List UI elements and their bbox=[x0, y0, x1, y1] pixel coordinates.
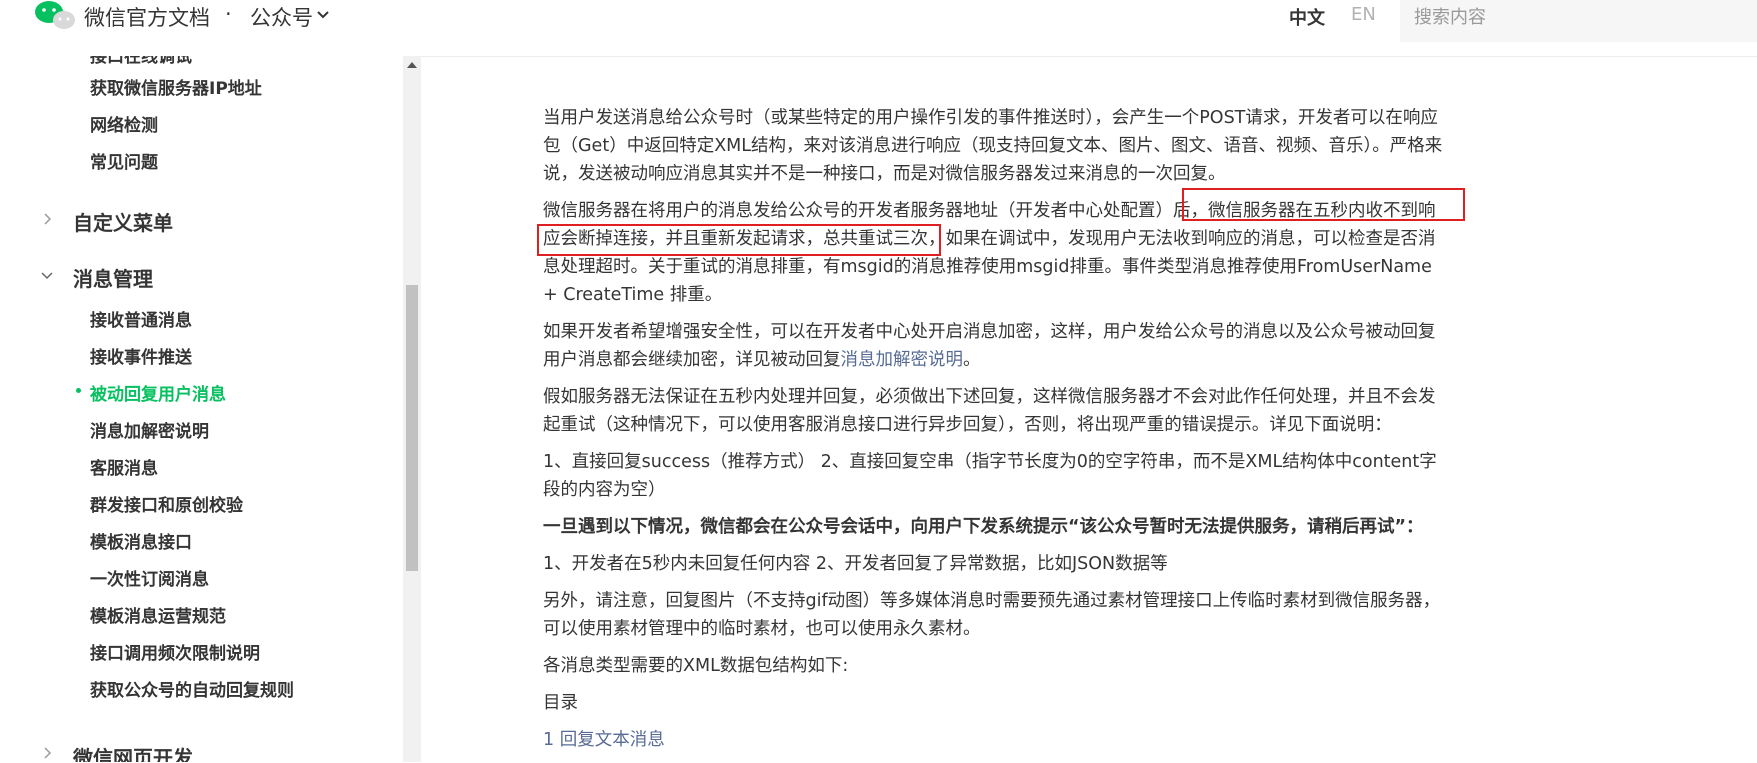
text: 。 bbox=[963, 350, 981, 370]
paragraph: 各消息类型需要的XML数据包结构如下: bbox=[543, 656, 849, 676]
chevron-down-icon[interactable] bbox=[40, 268, 54, 282]
wechat-logo-icon[interactable] bbox=[34, 0, 76, 32]
paragraph-bold: 一旦遇到以下情况，微信都会在公众号会话中，向用户下发系统提示“该公众号暂时无法提… bbox=[543, 517, 1424, 537]
sidebar-group-message[interactable]: 消息管理 bbox=[73, 263, 153, 292]
scroll-thumb[interactable] bbox=[406, 285, 418, 571]
sidebar-group-custom-menu[interactable]: 自定义菜单 bbox=[73, 207, 173, 236]
sidebar-item-template[interactable]: 模板消息接口 bbox=[90, 528, 192, 553]
sidebar-scrollbar[interactable] bbox=[403, 56, 421, 762]
toc-label: 目录 bbox=[543, 693, 578, 713]
chevron-right-icon[interactable] bbox=[40, 212, 54, 226]
paragraph: 1、开发者在5秒内未回复任何内容 2、开发者回复了异常数据，比如JSON数据等 bbox=[543, 554, 1168, 574]
sidebar-item-customer-service[interactable]: 客服消息 bbox=[90, 454, 158, 479]
toc-link[interactable]: 1 回复文本消息 bbox=[543, 730, 665, 750]
paragraph: 另外，请注意，回复图片（不支持gif动图）等多媒体消息时需要预先通过素材管理接口… bbox=[543, 591, 1441, 639]
active-bullet bbox=[76, 388, 81, 393]
encryption-doc-link[interactable]: 消息加解密说明 bbox=[841, 350, 964, 370]
scroll-up-arrow-icon[interactable] bbox=[407, 62, 417, 68]
sidebar-item-mass-send[interactable]: 群发接口和原创校验 bbox=[90, 491, 243, 516]
paragraph: 假如服务器无法保证在五秒内处理并回复，必须做出下述回复，这样微信服务器才不会对此… bbox=[543, 387, 1436, 435]
text: 如果开发者希望增强安全性，可以在开发者中心处开启消息加密，这样，用户发给公众号的… bbox=[543, 322, 1436, 370]
highlight-box bbox=[1182, 188, 1465, 221]
sidebar-item-template-rules[interactable]: 模板消息运营规范 bbox=[90, 602, 226, 627]
sidebar-item-passive-reply[interactable]: 被动回复用户消息 bbox=[76, 380, 226, 405]
sidebar-item-get-ip[interactable]: 获取微信服务器IP地址 bbox=[90, 74, 262, 99]
top-header: 微信官方文档 · 公众号 中文 EN bbox=[0, 0, 1757, 57]
sidebar-item-encryption[interactable]: 消息加解密说明 bbox=[90, 417, 209, 442]
paragraph: 1、直接回复success（推荐方式） 2、直接回复空串（指字节长度为0的空字符… bbox=[543, 452, 1437, 500]
sidebar-item-online-debug[interactable]: 接口在线调试 bbox=[90, 56, 192, 67]
sidebar-item-network-check[interactable]: 网络检测 bbox=[90, 111, 158, 136]
lang-en-link[interactable]: EN bbox=[1351, 4, 1376, 25]
paragraph: 当用户发送消息给公众号时（或某些特定的用户操作引发的事件推送时），会产生一个PO… bbox=[543, 108, 1443, 184]
chevron-down-icon[interactable] bbox=[316, 8, 330, 22]
toc-item: 1 回复文本消息 bbox=[543, 726, 1443, 754]
sidebar-item-subscribe[interactable]: 一次性订阅消息 bbox=[90, 565, 209, 590]
sidebar-item-receive-event[interactable]: 接收事件推送 bbox=[90, 343, 192, 368]
site-title[interactable]: 微信官方文档 bbox=[84, 2, 210, 32]
sidebar-item-faq[interactable]: 常见问题 bbox=[90, 148, 158, 173]
paragraph: 如果开发者希望增强安全性，可以在开发者中心处开启消息加密，这样，用户发给公众号的… bbox=[543, 318, 1443, 374]
sidebar-item-label: 被动回复用户消息 bbox=[90, 385, 226, 405]
sidebar-item-receive-msg[interactable]: 接收普通消息 bbox=[90, 306, 192, 331]
lang-zh-link[interactable]: 中文 bbox=[1289, 4, 1325, 30]
chevron-right-icon[interactable] bbox=[40, 746, 54, 760]
title-separator: · bbox=[225, 2, 232, 26]
section-dropdown[interactable]: 公众号 bbox=[250, 2, 313, 32]
sidebar-nav: 接口在线调试 获取微信服务器IP地址 网络检测 常见问题 自定义菜单 消息管理 … bbox=[0, 56, 403, 762]
sidebar-item-rate-limit[interactable]: 接口调用频次限制说明 bbox=[90, 639, 260, 664]
sidebar-item-auto-reply[interactable]: 获取公众号的自动回复规则 bbox=[90, 676, 294, 701]
search-input[interactable] bbox=[1412, 0, 1746, 34]
search-box bbox=[1400, 0, 1757, 42]
highlight-box bbox=[537, 224, 941, 256]
sidebar-group-web-dev[interactable]: 微信网页开发 bbox=[73, 742, 193, 762]
